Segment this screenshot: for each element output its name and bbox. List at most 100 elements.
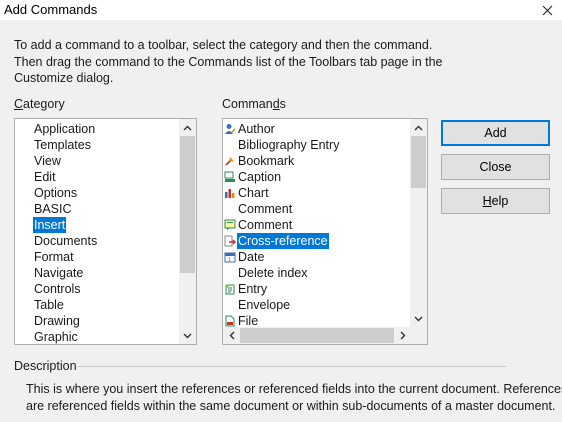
command-item-cross-reference[interactable]: Cross-reference — [223, 233, 410, 249]
title-bar: Add Commands — [0, 0, 562, 20]
command-item-label: Chart — [238, 186, 269, 200]
command-item-envelope[interactable]: Envelope — [223, 297, 410, 313]
command-item-label: Date — [238, 250, 265, 264]
category-item-insert[interactable]: Insert — [15, 217, 179, 233]
command-item-label: Bibliography Entry — [238, 138, 340, 152]
category-item-label: Controls — [34, 282, 81, 296]
category-item-documents[interactable]: Documents — [15, 233, 179, 249]
command-item-delete-index[interactable]: Delete index — [223, 265, 410, 281]
add-button[interactable]: Add — [441, 120, 550, 146]
entry-icon — [224, 283, 236, 295]
command-item-label: Comment — [238, 202, 293, 216]
category-item-label: BASIC — [34, 202, 72, 216]
category-item-label: Format — [34, 250, 74, 264]
close-window-button[interactable] — [532, 0, 562, 20]
command-item-file[interactable]: File — [223, 313, 410, 327]
chevron-left-icon — [229, 331, 234, 340]
scroll-thumb[interactable] — [411, 136, 426, 188]
description-text: This is where you insert the references … — [26, 381, 562, 415]
intro-line: To add a command to a toolbar, select th… — [14, 38, 433, 52]
help-button[interactable]: Help — [441, 188, 550, 214]
category-item-label: Options — [34, 186, 78, 200]
commands-hscrollbar[interactable] — [223, 327, 410, 344]
command-item-date[interactable]: 1 Date — [223, 249, 410, 265]
category-item-label: Drawing — [34, 314, 80, 328]
cross-reference-icon — [224, 235, 236, 247]
chevron-up-icon — [183, 125, 192, 130]
category-item-label: Templates — [34, 138, 91, 152]
window-title: Add Commands — [4, 2, 98, 17]
description-line: This is where you insert the references … — [26, 382, 562, 396]
command-item-chart[interactable]: Chart — [223, 185, 410, 201]
file-icon — [224, 315, 236, 327]
commands-vscrollbar[interactable] — [410, 119, 427, 327]
chevron-right-icon — [400, 331, 405, 340]
scroll-right-button[interactable] — [394, 327, 411, 344]
intro-text: To add a command to a toolbar, select th… — [14, 37, 443, 87]
category-item-controls[interactable]: Controls — [15, 281, 179, 297]
category-item-navigate[interactable]: Navigate — [15, 265, 179, 281]
comment-icon — [224, 219, 236, 231]
scroll-thumb[interactable] — [180, 136, 195, 273]
command-item-label: Caption — [238, 170, 282, 184]
chevron-up-icon — [414, 125, 423, 130]
chevron-down-icon — [183, 333, 192, 338]
category-item-basic[interactable]: BASIC — [15, 201, 179, 217]
command-item-label: File — [238, 314, 259, 327]
category-list[interactable]: Application Templates View Edit Options BASIC… — [14, 118, 197, 345]
scroll-down-button[interactable] — [179, 327, 196, 344]
scroll-up-button[interactable] — [179, 119, 196, 136]
category-item-drawing[interactable]: Drawing — [15, 313, 179, 329]
command-item-bookmark[interactable]: Bookmark — [223, 153, 410, 169]
category-scrollbar[interactable] — [179, 119, 196, 344]
scroll-up-button[interactable] — [410, 119, 427, 136]
category-item-edit[interactable]: Edit — [15, 169, 179, 185]
command-item-label: Entry — [238, 282, 268, 296]
commands-items: Author Bibliography Entry Bookmark Caption C… — [223, 119, 410, 327]
scroll-left-button[interactable] — [223, 327, 240, 344]
bookmark-icon — [224, 155, 236, 167]
category-item-label: Insert — [33, 217, 67, 233]
category-item-graphic[interactable]: Graphic — [15, 329, 179, 344]
category-item-label: Graphic — [34, 330, 78, 344]
command-item-caption[interactable]: Caption — [223, 169, 410, 185]
category-item-label: Navigate — [34, 266, 84, 280]
category-item-table[interactable]: Table — [15, 297, 179, 313]
category-item-options[interactable]: Options — [15, 185, 179, 201]
command-item-comment[interactable]: Comment — [223, 217, 410, 233]
commands-list[interactable]: Author Bibliography Entry Bookmark Caption C… — [222, 118, 428, 345]
category-item-label: View — [34, 154, 61, 168]
category-item-label: Edit — [34, 170, 56, 184]
category-item-label: Table — [34, 298, 64, 312]
category-label: Category — [14, 97, 65, 111]
command-item-label: Envelope — [238, 298, 291, 312]
chevron-down-icon — [414, 316, 423, 321]
svg-text:1: 1 — [228, 257, 231, 263]
command-item-label: Delete index — [238, 266, 308, 280]
command-item-entry[interactable]: Entry — [223, 281, 410, 297]
command-item-author[interactable]: Author — [223, 121, 410, 137]
command-item-bibliography-entry[interactable]: Bibliography Entry — [223, 137, 410, 153]
category-item-templates[interactable]: Templates — [15, 137, 179, 153]
category-items: Application Templates View Edit Options BASIC… — [15, 119, 179, 344]
category-item-label: Application — [34, 122, 96, 136]
category-item-format[interactable]: Format — [15, 249, 179, 265]
category-item-application[interactable]: Application — [15, 121, 179, 137]
close-icon — [542, 5, 552, 15]
scroll-thumb[interactable] — [240, 328, 394, 343]
intro-line: Customize dialog. — [14, 71, 114, 85]
close-button[interactable]: Close — [441, 154, 550, 180]
category-item-label: Documents — [34, 234, 98, 248]
description-label: Description — [14, 359, 77, 373]
command-item-label: Bookmark — [238, 154, 295, 168]
description-line: are referenced fields within the same do… — [26, 399, 556, 413]
author-icon — [224, 123, 236, 135]
commands-label: Commands — [222, 97, 286, 111]
command-item-label: Cross-reference — [237, 233, 329, 249]
command-item-label: Author — [238, 122, 275, 136]
category-item-view[interactable]: View — [15, 153, 179, 169]
description-divider — [78, 366, 506, 367]
scroll-corner — [410, 327, 427, 344]
scroll-down-button[interactable] — [410, 310, 427, 327]
command-item-comment[interactable]: Comment — [223, 201, 410, 217]
